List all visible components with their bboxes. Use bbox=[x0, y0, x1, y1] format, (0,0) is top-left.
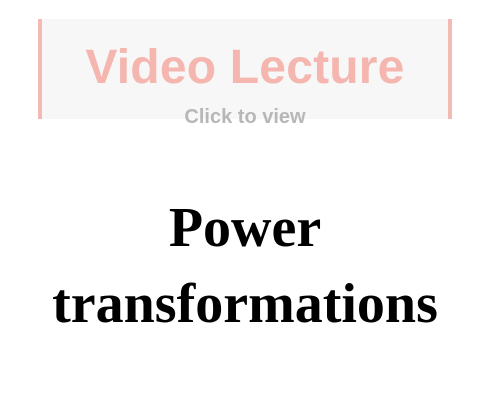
video-lecture-card[interactable]: Video Lecture Click to view bbox=[38, 19, 452, 128]
click-to-view-label: Click to view bbox=[184, 106, 306, 128]
page-title-line-1: Power bbox=[168, 197, 322, 259]
page-title: Power transformations bbox=[0, 190, 490, 342]
video-lecture-title: Video Lecture bbox=[85, 41, 405, 94]
page-title-line-2: transformations bbox=[52, 273, 438, 335]
